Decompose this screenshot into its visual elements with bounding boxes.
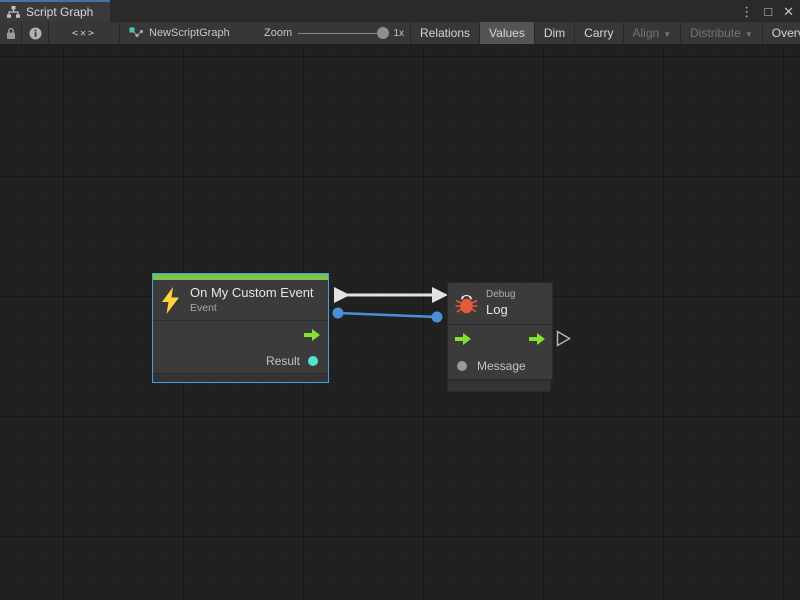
flow-continuation-icon[interactable] <box>556 330 572 347</box>
overview-button[interactable]: Overview <box>763 22 800 44</box>
node-title: Log <box>486 302 515 318</box>
align-dropdown[interactable]: Align ▼ <box>624 22 682 44</box>
node-header[interactable]: Debug Log <box>448 283 552 324</box>
align-label: Align <box>633 26 660 40</box>
zoom-slider-knob[interactable] <box>377 27 389 39</box>
port-label-result: Result <box>266 354 300 368</box>
dim-label: Dim <box>544 26 565 40</box>
chevron-down-icon: ▼ <box>663 30 671 39</box>
close-icon[interactable]: ✕ <box>783 5 794 18</box>
zoom-label: Zoom <box>264 27 292 39</box>
flow-output-port[interactable] <box>529 333 545 345</box>
graph-name: NewScriptGraph <box>149 27 230 39</box>
dim-button[interactable]: Dim <box>535 22 575 44</box>
tab-title: Script Graph <box>26 5 93 19</box>
relations-button[interactable]: Relations <box>411 22 480 44</box>
port-label-message: Message <box>477 359 526 373</box>
script-graph-asset-icon <box>129 27 143 39</box>
node-kicker: Debug <box>486 289 515 302</box>
node-on-my-custom-event[interactable]: On My Custom Event Event Result <box>152 273 329 383</box>
overview-label: Overview <box>772 26 800 40</box>
distribute-label: Distribute <box>690 26 741 40</box>
values-button[interactable]: Values <box>480 22 535 44</box>
node-header[interactable]: On My Custom Event Event <box>153 280 328 320</box>
flow-input-port[interactable] <box>455 333 471 345</box>
graph-canvas[interactable]: On My Custom Event Event Result <box>0 45 800 600</box>
values-label: Values <box>489 26 525 40</box>
title-bar: Script Graph ⋮ □ ✕ <box>0 0 800 22</box>
node-subtitle: Event <box>190 302 314 315</box>
script-graph-window: Script Graph ⋮ □ ✕ <✕> <box>0 0 800 600</box>
value-output-port[interactable] <box>308 356 318 366</box>
bug-icon <box>455 293 478 314</box>
window-menu-icon[interactable]: ⋮ <box>740 5 753 18</box>
edit-graph-button[interactable]: <✕> <box>49 22 119 44</box>
value-input-port[interactable] <box>457 361 467 371</box>
node-footer <box>153 373 328 382</box>
connections-layer <box>0 45 800 600</box>
lock-icon <box>5 27 17 40</box>
graph-toolbar: <✕> NewScriptGraph Zoom 1x Relations Val… <box>0 22 800 45</box>
zoom-value: 1x <box>393 28 404 39</box>
graph-tab-icon <box>7 6 20 18</box>
lightning-bolt-icon <box>161 287 180 314</box>
code-icon: <✕> <box>72 28 96 39</box>
info-button[interactable] <box>22 22 48 44</box>
node-footer <box>447 380 551 392</box>
tab-script-graph[interactable]: Script Graph <box>0 0 110 22</box>
carry-button[interactable]: Carry <box>575 22 623 44</box>
connection-value[interactable] <box>333 308 443 323</box>
zoom-slider[interactable] <box>298 33 387 34</box>
info-icon <box>29 27 42 40</box>
graph-asset-label[interactable]: NewScriptGraph <box>120 22 264 44</box>
chevron-down-icon: ▼ <box>745 30 753 39</box>
maximize-icon[interactable]: □ <box>764 5 772 18</box>
distribute-dropdown[interactable]: Distribute ▼ <box>681 22 763 44</box>
relations-label: Relations <box>420 26 470 40</box>
node-debug-log[interactable]: Debug Log Message <box>447 282 553 380</box>
carry-label: Carry <box>584 26 613 40</box>
lock-button[interactable] <box>0 22 21 44</box>
connection-flow[interactable] <box>334 287 448 303</box>
node-title: On My Custom Event <box>190 285 314 301</box>
zoom-control: Zoom 1x <box>264 22 410 44</box>
flow-output-port[interactable] <box>304 329 320 341</box>
